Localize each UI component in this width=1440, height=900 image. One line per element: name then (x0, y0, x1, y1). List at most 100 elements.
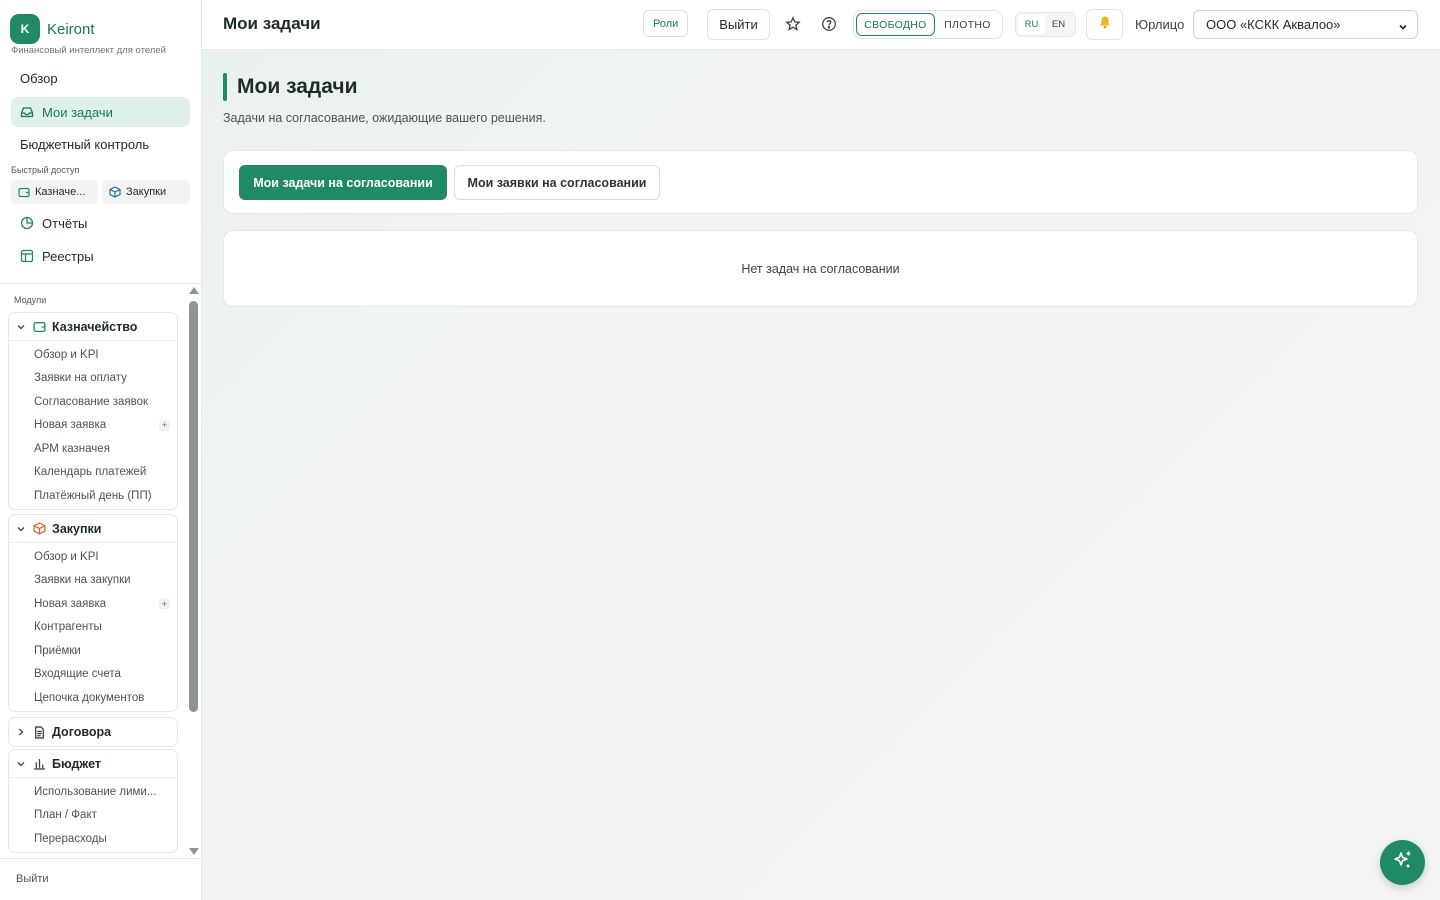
nav-budget-control[interactable]: Бюджетный контроль (11, 129, 190, 159)
module-treasury-title: Казначейство (52, 319, 138, 334)
treasury-item-label: Новая заявка (34, 419, 107, 432)
purchases-item[interactable]: Заявки на закупки (9, 569, 177, 593)
notifications-button[interactable] (1086, 9, 1123, 40)
purchases-item[interactable]: Новая заявка + (9, 592, 177, 616)
module-treasury: Казначейство Обзор и KPI Заявки на оплат… (8, 312, 178, 510)
nav-my-tasks[interactable]: Мои задачи (11, 97, 190, 127)
purchases-item-label: Приёмки (34, 644, 81, 657)
title-accent-bar (223, 73, 227, 101)
plus-icon[interactable]: + (159, 419, 170, 431)
main-content: Мои задачи Задачи на согласование, ожида… (202, 51, 1440, 900)
treasury-item[interactable]: Новая заявка + (9, 414, 177, 438)
chevron-right-icon (15, 726, 27, 738)
tab-my-tasks[interactable]: Мои задачи на согласовании (239, 165, 447, 200)
modules-scrollbar[interactable] (188, 287, 200, 858)
module-purchases: Закупки Обзор и KPI Заявки на закупки Но… (8, 514, 178, 712)
module-purchases-header[interactable]: Закупки (9, 515, 177, 543)
empty-state-text: Нет задач на согласовании (741, 261, 900, 276)
scroll-thumb[interactable] (189, 301, 198, 712)
language-toggle: RU EN (1015, 12, 1076, 37)
pie-chart-icon (20, 216, 34, 230)
purchases-item[interactable]: Контрагенты (9, 616, 177, 640)
modules-list[interactable]: Казначейство Обзор и KPI Заявки на оплат… (0, 310, 188, 858)
treasury-item-label: Платёжный день (ПП) (34, 489, 152, 502)
density-free-option[interactable]: СВОБОДНО (856, 13, 935, 36)
treasury-item[interactable]: Согласование заявок (9, 390, 177, 414)
brand-name: Keiront (47, 20, 95, 38)
purchases-item[interactable]: Входящие счета (9, 663, 177, 687)
nav-budget-control-label: Бюджетный контроль (20, 136, 150, 152)
treasury-item[interactable]: АРМ казначея (9, 437, 177, 461)
quick-purchases[interactable]: Закупки (102, 180, 190, 204)
density-dense-option[interactable]: ПЛОТНО (935, 13, 1000, 36)
treasury-item-label: Согласование заявок (34, 395, 149, 408)
purchases-item[interactable]: Приёмки (9, 639, 177, 663)
budget-item[interactable]: Использование лими... (9, 780, 177, 804)
nav-reports-label: Отчёты (42, 215, 88, 231)
treasury-item-label: Календарь платежей (34, 466, 147, 479)
help-icon[interactable] (820, 15, 838, 33)
chevron-down-icon (15, 523, 27, 535)
module-contracts-title: Договора (52, 725, 112, 739)
document-icon (33, 725, 46, 739)
nav-my-tasks-label: Мои задачи (42, 104, 113, 120)
nav-overview[interactable]: Обзор (11, 63, 190, 93)
quick-access-label: Быстрый доступ (11, 165, 80, 175)
inbox-icon (20, 105, 34, 119)
treasury-item[interactable]: Обзор и KPI (9, 343, 177, 367)
purchases-item[interactable]: Цепочка документов (9, 686, 177, 710)
nav-registries[interactable]: Реестры (11, 241, 190, 271)
wallet-icon (33, 320, 46, 333)
tab-my-requests[interactable]: Мои заявки на согласовании (454, 165, 660, 200)
lang-ru-option[interactable]: RU (1018, 15, 1045, 34)
purchases-item-label: Цепочка документов (34, 691, 145, 704)
modules-label: Модули (14, 295, 47, 305)
chevron-down-icon (15, 758, 27, 770)
ai-assistant-button[interactable] (1380, 840, 1425, 885)
page-title: Мои задачи (237, 75, 358, 98)
module-contracts: Договора (8, 717, 178, 747)
entity-select[interactable]: ООО «КСКК Аквалоо» (1193, 10, 1418, 39)
chevron-down-icon (15, 321, 27, 333)
treasury-item[interactable]: Платёжный день (ПП) (9, 484, 177, 508)
plus-icon[interactable]: + (159, 598, 170, 609)
bell-icon (1098, 15, 1112, 34)
purchases-item-label: Новая заявка (34, 597, 107, 610)
sidebar: K Keiront Финансовый интеллект для отеле… (0, 0, 202, 900)
purchases-item-label: Контрагенты (34, 621, 102, 634)
treasury-item-label: АРМ казначея (34, 442, 110, 455)
page-heading: Мои задачи (223, 73, 358, 101)
budget-item[interactable]: План / Факт (9, 804, 177, 828)
box-icon (109, 186, 121, 198)
module-treasury-header[interactable]: Казначейство (9, 313, 177, 341)
module-budget-header[interactable]: Бюджет (9, 750, 177, 778)
sidebar-logout-link[interactable]: Выйти (16, 873, 49, 885)
brand-subtitle: Финансовый интеллект для отелей (11, 45, 166, 56)
treasury-item-label: Обзор и KPI (34, 348, 99, 361)
budget-item[interactable]: Перерасходы (9, 827, 177, 851)
logout-button[interactable]: Выйти (707, 9, 770, 40)
entity-label: Юрлицо (1135, 17, 1185, 32)
module-budget: Бюджет Использование лими... План / Факт… (8, 749, 178, 853)
sparkles-icon (1392, 849, 1414, 876)
topbar: Мои задачи Роли Выйти СВОБОДНО ПЛОТНО RU… (202, 0, 1440, 50)
scroll-up-arrow-icon[interactable] (189, 287, 199, 294)
quick-treasury-label: Казначе... (35, 186, 86, 198)
lang-en-option[interactable]: EN (1045, 15, 1072, 34)
module-contracts-header[interactable]: Договора (9, 718, 177, 746)
treasury-item[interactable]: Заявки на оплату (9, 367, 177, 391)
quick-treasury[interactable]: Казначе... (11, 180, 98, 204)
treasury-item[interactable]: Календарь платежей (9, 461, 177, 485)
scroll-down-arrow-icon[interactable] (189, 848, 199, 855)
star-icon[interactable] (784, 15, 802, 33)
table-icon (20, 249, 34, 263)
nav-reports[interactable]: Отчёты (11, 208, 190, 238)
budget-item-label: Перерасходы (34, 832, 107, 845)
brand[interactable]: K Keiront (10, 14, 95, 44)
purchases-item[interactable]: Обзор и KPI (9, 545, 177, 569)
treasury-item-label: Заявки на оплату (34, 372, 127, 385)
roles-button[interactable]: Роли (643, 10, 689, 37)
page-subtitle: Задачи на согласование, ожидающие вашего… (223, 111, 546, 125)
density-toggle: СВОБОДНО ПЛОТНО (853, 10, 1003, 39)
purchases-item-label: Входящие счета (34, 668, 121, 681)
